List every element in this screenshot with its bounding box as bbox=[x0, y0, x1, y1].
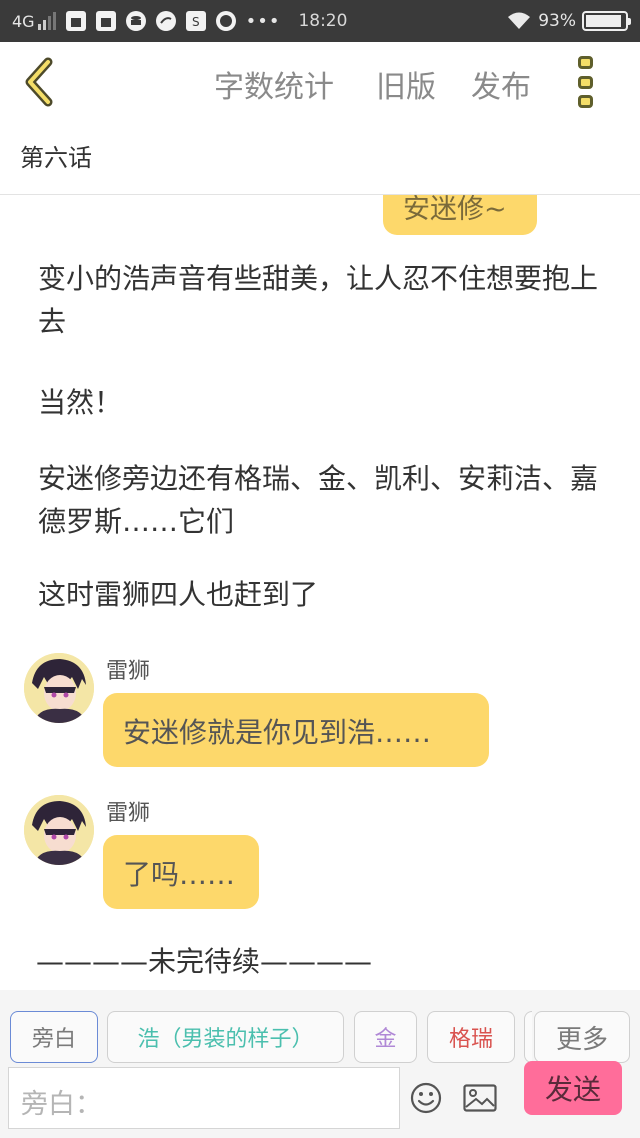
more-notifications-icon: ••• bbox=[245, 10, 281, 32]
message-input[interactable]: 旁白： bbox=[8, 1067, 400, 1129]
narration-paragraph: 安迷修旁边还有格瑞、金、凯利、安莉洁、嘉德罗斯……它们 bbox=[38, 462, 599, 538]
browser-icon bbox=[155, 11, 176, 31]
story-content[interactable]: 安迷修~ 变小的浩声音有些甜美，让人忍不住想要抱上去 当然！ 安迷修旁边还有格瑞… bbox=[0, 195, 640, 990]
battery-icon bbox=[582, 11, 631, 31]
status-bar: 4G S ••• 18:20 93% bbox=[0, 0, 640, 42]
chapter-title[interactable]: 第六话 bbox=[20, 138, 92, 173]
svg-text:S: S bbox=[192, 15, 200, 28]
chat-bubble-partial: 安迷修~ bbox=[383, 195, 537, 235]
word-count-button[interactable]: 字数统计 bbox=[214, 62, 334, 106]
status-right: 93% bbox=[506, 0, 631, 42]
role-chip-label: 浩（男装的样子） bbox=[137, 1027, 314, 1052]
role-chip-narration[interactable]: 旁白 bbox=[10, 1011, 98, 1063]
status-left: 4G S ••• 18:20 bbox=[12, 0, 347, 42]
sim-s-icon: S bbox=[185, 11, 206, 31]
notification-bag-icon bbox=[65, 11, 86, 31]
battery-fill bbox=[586, 15, 622, 27]
image-icon[interactable] bbox=[463, 1084, 497, 1112]
role-chip-label: 旁白 bbox=[31, 1027, 76, 1052]
speaker-name: 雷狮 bbox=[106, 659, 151, 684]
role-chip-grey[interactable]: 格瑞 bbox=[427, 1011, 515, 1063]
chat-bubble[interactable]: 安迷修就是你见到浩…… bbox=[103, 693, 489, 767]
role-chip-label: 格瑞 bbox=[448, 1027, 493, 1052]
app-header: 字数统计 旧版 发布 bbox=[0, 42, 640, 126]
role-chip-jin[interactable]: 金 bbox=[354, 1011, 417, 1063]
speaker-name: 雷狮 bbox=[106, 801, 151, 826]
role-chip-partial[interactable] bbox=[524, 1011, 532, 1063]
chat-notification-icon bbox=[215, 11, 236, 31]
more-menu-icon[interactable] bbox=[578, 56, 598, 108]
compose-bar: 旁白 浩（男装的样子） 金 格瑞 更多 旁白： 发送 bbox=[0, 990, 640, 1138]
status-time: 18:20 bbox=[298, 11, 348, 31]
chat-bubble[interactable]: 了吗…… bbox=[103, 835, 259, 909]
battery-percent: 93% bbox=[538, 11, 576, 31]
notification-bag-icon-2 bbox=[95, 11, 116, 31]
role-chip-label: 金 bbox=[374, 1027, 397, 1052]
role-chip-hao[interactable]: 浩（男装的样子） bbox=[107, 1011, 344, 1063]
old-version-button[interactable]: 旧版 bbox=[376, 62, 436, 106]
network-type: 4G bbox=[12, 11, 35, 31]
avatar[interactable] bbox=[24, 795, 94, 865]
publish-button[interactable]: 发布 bbox=[471, 62, 531, 106]
signal-icon bbox=[37, 12, 56, 30]
to-be-continued: ————未完待续———— bbox=[36, 945, 373, 978]
more-roles-label: 更多 bbox=[555, 1024, 608, 1055]
send-button[interactable]: 发送 bbox=[524, 1061, 622, 1115]
network-indicator: 4G bbox=[12, 12, 56, 31]
narration-paragraph: 当然！ bbox=[38, 386, 123, 419]
emoji-icon[interactable] bbox=[410, 1082, 442, 1114]
wifi-icon bbox=[508, 12, 531, 29]
narration-paragraph: 变小的浩声音有些甜美，让人忍不住想要抱上去 bbox=[38, 262, 599, 338]
avatar[interactable] bbox=[24, 653, 94, 723]
back-icon[interactable] bbox=[20, 56, 60, 108]
more-roles-button[interactable]: 更多 bbox=[534, 1011, 630, 1063]
narration-paragraph: 这时雷狮四人也赶到了 bbox=[38, 578, 319, 611]
database-icon bbox=[125, 11, 146, 31]
